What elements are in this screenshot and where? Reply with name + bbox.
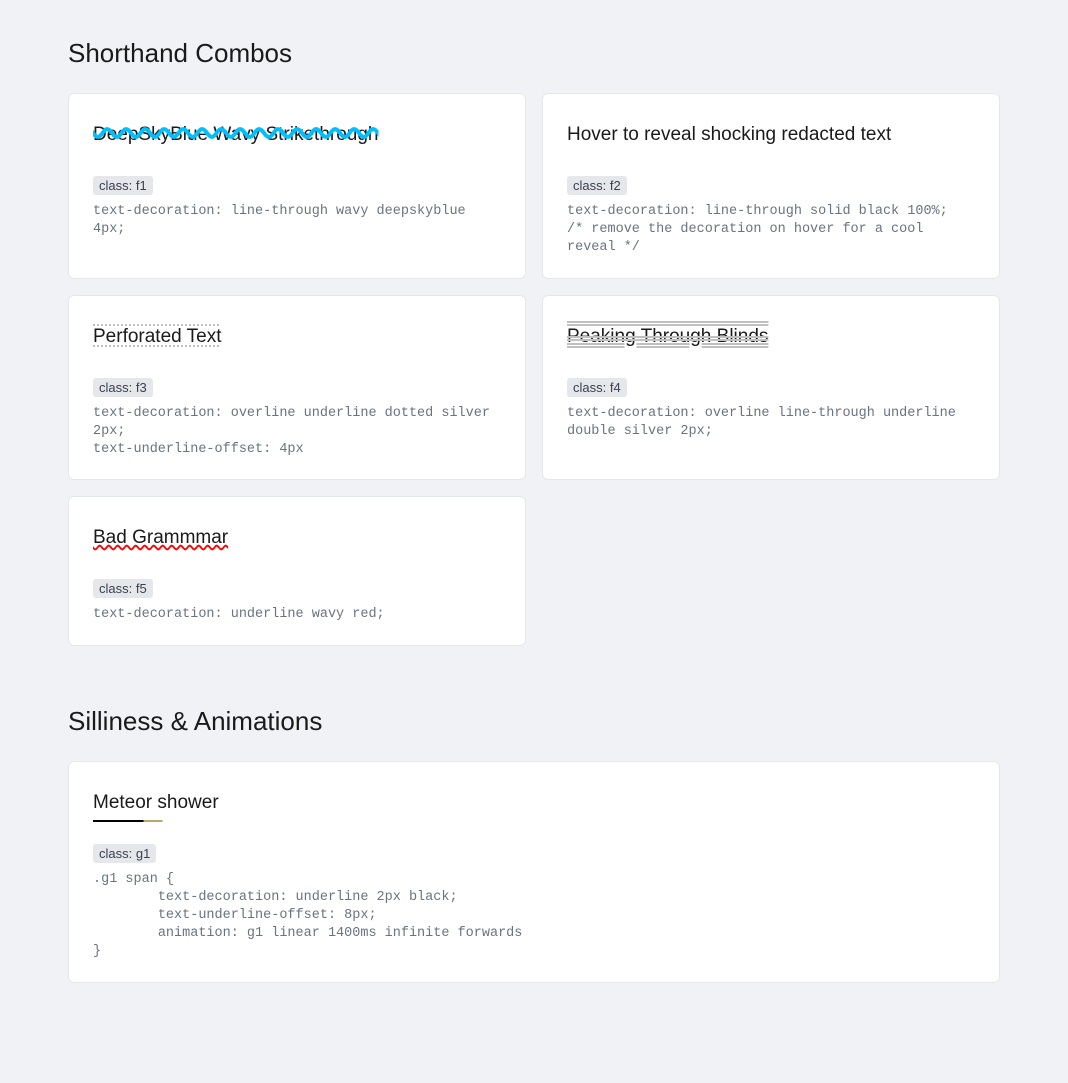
silliness-grid: Meteor shower class: g1 .g1 span { text-… (68, 761, 1000, 983)
card-g1: Meteor shower class: g1 .g1 span { text-… (68, 761, 1000, 983)
class-tag-g1: class: g1 (93, 844, 156, 863)
demo-text-g1: Meteor shower (93, 792, 219, 814)
card-f3: Perforated Text class: f3 text-decoratio… (68, 295, 526, 481)
shorthand-grid: DeepSkyBlue Wavy Strikethrough class: f1… (68, 93, 1000, 646)
class-tag-f1: class: f1 (93, 176, 153, 195)
css-block-f4: text-decoration: overline line-through u… (567, 405, 975, 441)
section-title-silliness: Silliness & Animations (68, 706, 1000, 737)
class-tag-f5: class: f5 (93, 579, 153, 598)
class-tag-f2: class: f2 (567, 176, 627, 195)
demo-text-f5: Bad Grammmar (93, 527, 228, 549)
demo-text-f2: Hover to reveal shocking redacted text (567, 124, 891, 146)
css-block-f3: text-decoration: overline underline dott… (93, 405, 501, 460)
class-tag-f3: class: f3 (93, 378, 153, 397)
css-block-g1: .g1 span { text-decoration: underline 2p… (93, 871, 975, 962)
css-block-f5: text-decoration: underline wavy red; (93, 606, 501, 624)
card-f5: Bad Grammmar class: f5 text-decoration: … (68, 496, 526, 645)
css-block-f1: text-decoration: line-through wavy deeps… (93, 203, 501, 239)
class-tag-f4: class: f4 (567, 378, 627, 397)
card-f1: DeepSkyBlue Wavy Strikethrough class: f1… (68, 93, 526, 279)
section-title-shorthand: Shorthand Combos (68, 38, 1000, 69)
css-block-f2: text-decoration: line-through solid blac… (567, 203, 975, 258)
card-f4: Peaking Through Blinds class: f4 text-de… (542, 295, 1000, 481)
demo-text-f1: DeepSkyBlue Wavy Strikethrough (93, 124, 378, 146)
card-f2: Hover to reveal shocking redacted text c… (542, 93, 1000, 279)
demo-text-f3: Perforated Text (93, 326, 222, 348)
demo-text-f4: Peaking Through Blinds (567, 326, 768, 348)
